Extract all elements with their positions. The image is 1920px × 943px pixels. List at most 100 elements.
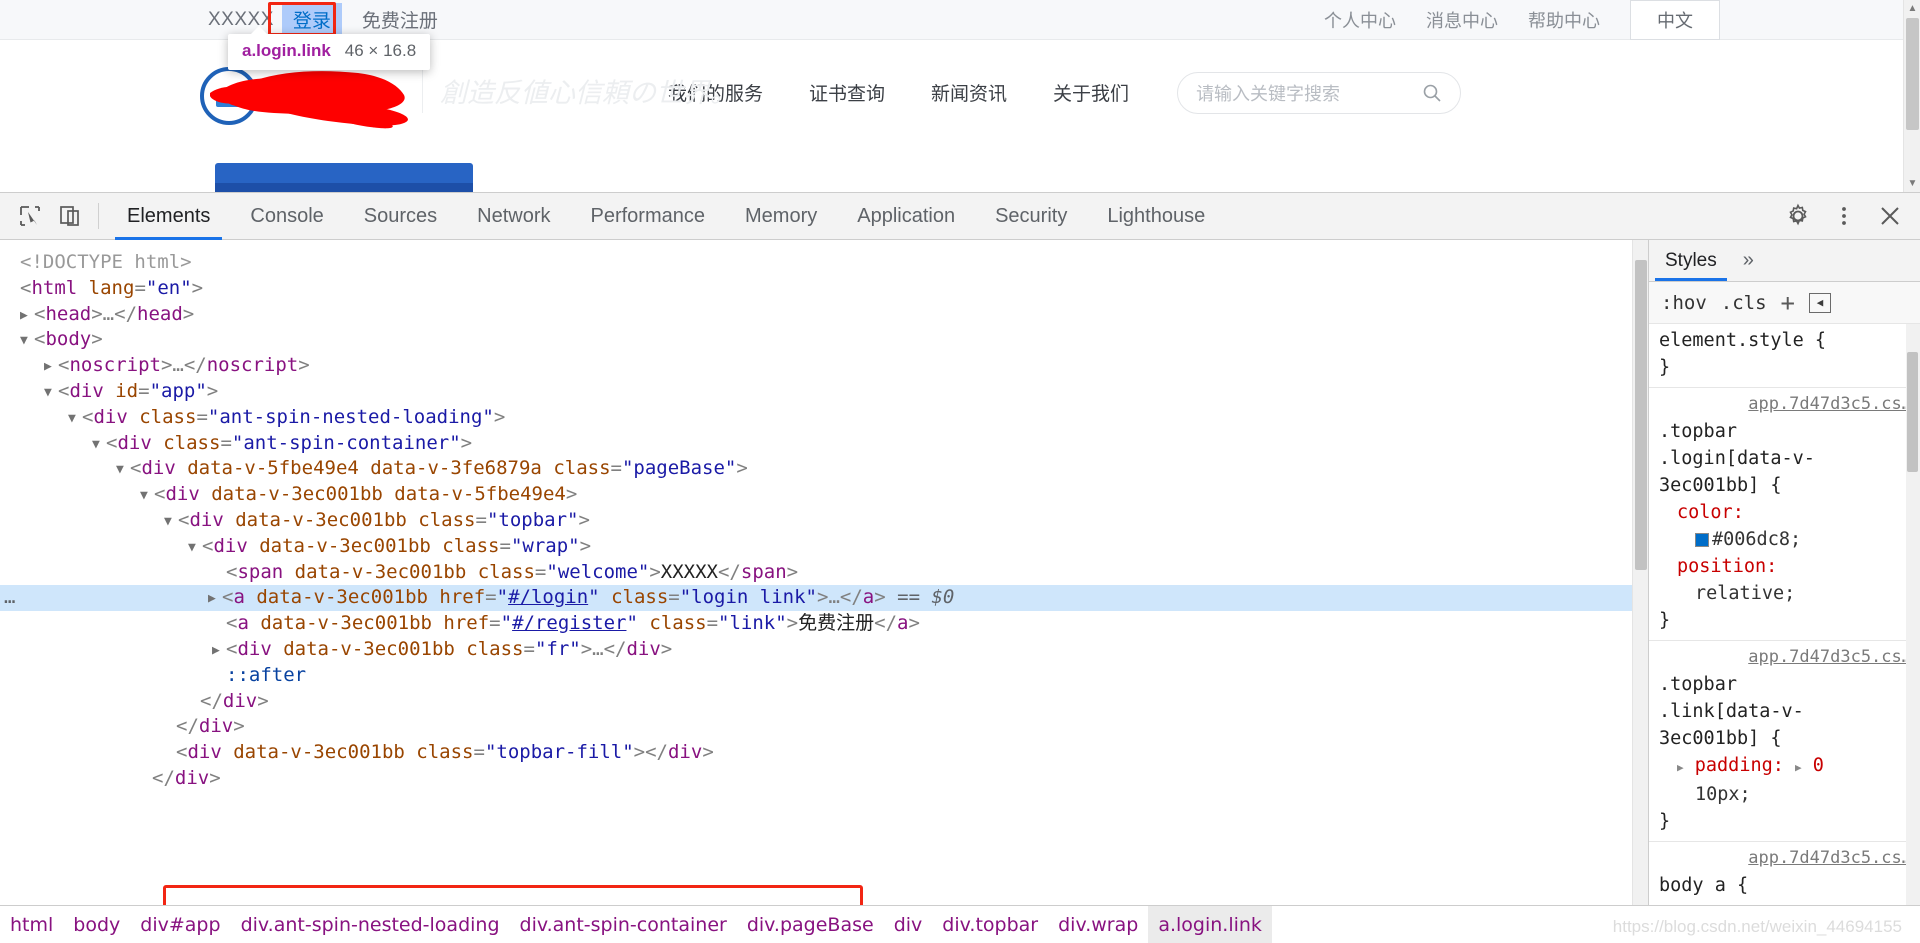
- tab-performance[interactable]: Performance: [571, 193, 726, 240]
- tab-lighthouse[interactable]: Lighthouse: [1087, 193, 1225, 240]
- register-link[interactable]: 免费注册: [362, 6, 438, 33]
- search-icon[interactable]: [1422, 83, 1442, 103]
- dom-line[interactable]: ▶ <div data-v-3ec001bb class="fr">…</div>: [0, 637, 1648, 663]
- style-rule-selector[interactable]: element.style {: [1659, 327, 1912, 354]
- breadcrumb-item-body[interactable]: body: [63, 906, 130, 943]
- collapse-triangle-icon[interactable]: ▼: [68, 406, 82, 432]
- dom-line[interactable]: </div>: [0, 689, 1648, 715]
- style-prop-name[interactable]: ▶ padding: ▶ 0: [1659, 752, 1912, 781]
- collapse-triangle-icon[interactable]: ▼: [92, 432, 106, 458]
- dom-line[interactable]: ▼ <div data-v-5fbe49e4 data-v-3fe6879a cl…: [0, 456, 1648, 482]
- style-prop-value[interactable]: relative;: [1659, 580, 1912, 607]
- collapse-triangle-icon[interactable]: ▼: [44, 380, 58, 406]
- topbar-link-personal-center[interactable]: 个人中心: [1324, 7, 1396, 33]
- expand-triangle-icon[interactable]: ▶: [44, 354, 58, 380]
- tab-security[interactable]: Security: [975, 193, 1087, 240]
- nav-item-certificate-query[interactable]: 证书查询: [809, 79, 885, 106]
- toggle-computed-sidebar-icon[interactable]: ◀: [1808, 292, 1831, 313]
- tab-elements[interactable]: Elements: [107, 193, 230, 240]
- dom-line[interactable]: ▼ <div id="app">: [0, 379, 1648, 405]
- tab-memory[interactable]: Memory: [725, 193, 837, 240]
- style-rule-source-link[interactable]: app.7d47d3c5.cs…: [1659, 391, 1912, 418]
- dom-line[interactable]: ▼ <div class="ant-spin-nested-loading">: [0, 405, 1648, 431]
- style-rule-selector[interactable]: .topbar .link[data-v- 3ec001bb] {: [1659, 671, 1912, 752]
- expand-triangle-icon[interactable]: ▶: [1677, 761, 1684, 774]
- breadcrumb-item-pagebase[interactable]: div.pageBase: [737, 906, 884, 943]
- dom-line[interactable]: <span data-v-3ec001bb class="welcome">XX…: [0, 560, 1648, 586]
- style-rule-element-style[interactable]: element.style { }: [1649, 324, 1920, 388]
- dom-line[interactable]: ▼ <div class="ant-spin-container">: [0, 431, 1648, 457]
- dom-line[interactable]: </div>: [0, 714, 1648, 740]
- collapse-triangle-icon[interactable]: ▼: [188, 535, 202, 561]
- tab-console[interactable]: Console: [230, 193, 343, 240]
- dom-line[interactable]: ::after: [0, 663, 1648, 689]
- style-prop-value[interactable]: #006dc8;: [1659, 526, 1912, 553]
- style-rule-selector[interactable]: body a {: [1659, 872, 1912, 899]
- topbar-link-help-center[interactable]: 帮助中心: [1528, 7, 1600, 33]
- dom-line[interactable]: ▼ <div data-v-3ec001bb data-v-5fbe49e4>: [0, 482, 1648, 508]
- scroll-up-icon[interactable]: ▲: [1904, 0, 1920, 17]
- scroll-down-icon[interactable]: ▼: [1904, 175, 1920, 192]
- style-prop-name[interactable]: position:: [1659, 553, 1912, 580]
- tab-application[interactable]: Application: [837, 193, 975, 240]
- dom-line[interactable]: ▼ <div data-v-3ec001bb class="topbar">: [0, 508, 1648, 534]
- styles-more-tabs-icon[interactable]: »: [1733, 240, 1764, 281]
- add-rule-button[interactable]: +: [1781, 289, 1795, 317]
- dom-line[interactable]: </div>: [0, 766, 1648, 792]
- tab-styles[interactable]: Styles: [1649, 240, 1733, 281]
- collapse-triangle-icon[interactable]: ▼: [116, 457, 130, 483]
- tab-network[interactable]: Network: [457, 193, 570, 240]
- dom-line-selected[interactable]: … ▶ <a data-v-3ec001bb href="#/login" clas…: [0, 585, 1648, 612]
- styles-scrollbar-thumb[interactable]: [1907, 352, 1918, 472]
- cls-toggle[interactable]: .cls: [1721, 292, 1767, 314]
- dom-line[interactable]: <!DOCTYPE html>: [0, 250, 1648, 276]
- breadcrumb-item-ant-spin-nested-loading[interactable]: div.ant-spin-nested-loading: [231, 906, 510, 943]
- style-rule-source-link[interactable]: app.7d47d3c5.cs…: [1659, 644, 1912, 671]
- close-icon[interactable]: [1870, 197, 1910, 235]
- hov-toggle[interactable]: :hov: [1661, 292, 1707, 314]
- dom-tree-pane[interactable]: <!DOCTYPE html> <html lang="en"> ▶ <head>…: [0, 240, 1648, 905]
- expand-triangle-icon[interactable]: ▶: [20, 303, 34, 329]
- style-rule-topbar-link[interactable]: app.7d47d3c5.cs… .topbar .link[data-v- 3ec…: [1649, 641, 1920, 842]
- tab-sources[interactable]: Sources: [344, 193, 457, 240]
- style-rule-selector[interactable]: .topbar .login[data-v- 3ec001bb] {: [1659, 418, 1912, 499]
- search-input[interactable]: 请输入关键字搜索: [1196, 80, 1422, 106]
- style-prop-name[interactable]: color:: [1659, 499, 1912, 526]
- dom-line[interactable]: ▶ <head>…</head>: [0, 302, 1648, 328]
- dom-line[interactable]: ▼ <div data-v-3ec001bb class="wrap">: [0, 534, 1648, 560]
- breadcrumb-item-login-link[interactable]: a.login.link: [1148, 906, 1272, 943]
- nav-item-about-us[interactable]: 关于我们: [1053, 79, 1129, 106]
- page-scrollbar[interactable]: ▲ ▼: [1903, 0, 1920, 192]
- expand-triangle-icon[interactable]: ▶: [212, 638, 226, 664]
- style-rule-body-a[interactable]: app.7d47d3c5.cs… body a {: [1649, 842, 1920, 905]
- device-toolbar-icon[interactable]: [50, 197, 90, 235]
- style-rule-topbar-login[interactable]: app.7d47d3c5.cs… .topbar .login[data-v- 3e…: [1649, 388, 1920, 641]
- gear-icon[interactable]: [1778, 197, 1818, 235]
- collapse-triangle-icon[interactable]: ▼: [20, 328, 34, 354]
- color-swatch[interactable]: [1695, 533, 1709, 547]
- language-selector[interactable]: 中文: [1630, 0, 1720, 40]
- breadcrumb-item-topbar[interactable]: div.topbar: [932, 906, 1048, 943]
- dom-line[interactable]: ▶ <noscript>…</noscript>: [0, 353, 1648, 379]
- breadcrumb-item-ant-spin-container[interactable]: div.ant-spin-container: [510, 906, 737, 943]
- collapse-triangle-icon[interactable]: ▼: [140, 483, 154, 509]
- dom-line[interactable]: ▼ <body>: [0, 327, 1648, 353]
- breadcrumb-item-div-app[interactable]: div#app: [130, 906, 230, 943]
- inspect-element-icon[interactable]: [10, 197, 50, 235]
- topbar-link-message-center[interactable]: 消息中心: [1426, 7, 1498, 33]
- breadcrumb-item-div[interactable]: div: [884, 906, 933, 943]
- style-prop-value[interactable]: 10px;: [1659, 781, 1912, 808]
- breadcrumb-item-wrap[interactable]: div.wrap: [1048, 906, 1148, 943]
- dom-overflow-menu-icon[interactable]: …: [4, 585, 16, 611]
- collapse-triangle-icon[interactable]: ▼: [164, 509, 178, 535]
- dom-line[interactable]: <div data-v-3ec001bb class="topbar-fill"…: [0, 740, 1648, 766]
- style-rule-source-link[interactable]: app.7d47d3c5.cs…: [1659, 845, 1912, 872]
- search-box[interactable]: 请输入关键字搜索: [1177, 71, 1462, 114]
- expand-triangle-icon[interactable]: ▶: [208, 586, 222, 612]
- page-scrollbar-thumb[interactable]: [1906, 18, 1919, 130]
- nav-item-news[interactable]: 新闻资讯: [931, 79, 1007, 106]
- dom-line[interactable]: <a data-v-3ec001bb href="#/register" cla…: [0, 611, 1648, 637]
- dom-line[interactable]: <html lang="en">: [0, 276, 1648, 302]
- more-vertical-icon[interactable]: [1824, 197, 1864, 235]
- dom-tree-scrollbar[interactable]: [1632, 240, 1648, 905]
